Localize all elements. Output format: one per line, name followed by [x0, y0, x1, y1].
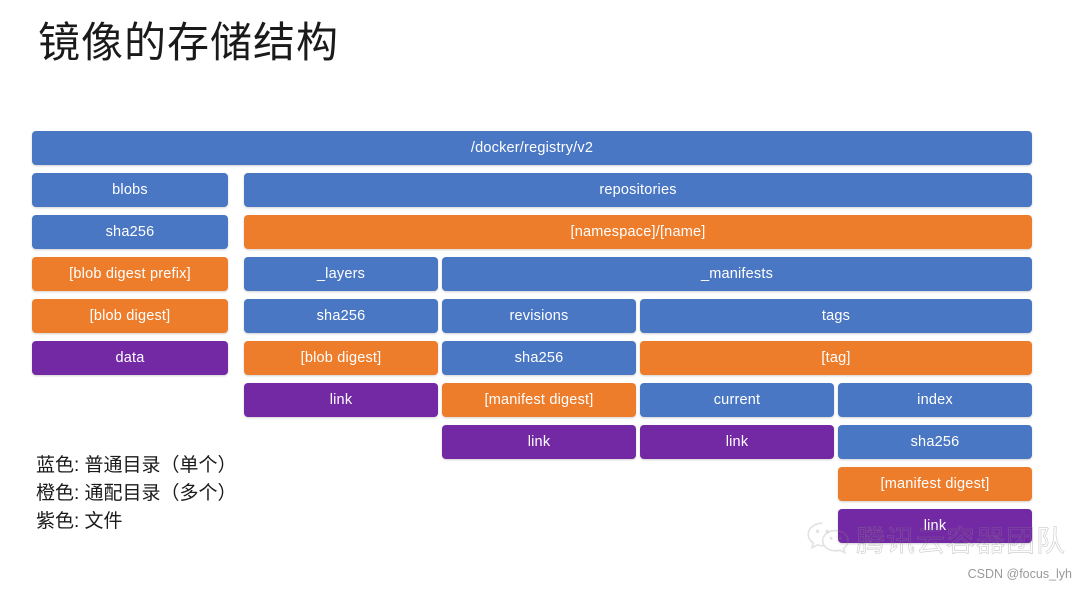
legend: 蓝色: 普通目录（单个） 橙色: 通配目录（多个） 紫色: 文件 — [36, 452, 237, 536]
diagram-box-layers-blob-digest: [blob digest] — [244, 341, 438, 375]
diagram-box-revisions-link: link — [442, 425, 636, 459]
diagram-box-revisions-sha256: sha256 — [442, 341, 636, 375]
diagram-box-blobs: blobs — [32, 173, 228, 207]
diagram-box-index-link: link — [838, 509, 1032, 543]
diagram-box-revisions: revisions — [442, 299, 636, 333]
diagram-box-index-manifest-digest: [manifest digest] — [838, 467, 1032, 501]
diagram-box-current-link: link — [640, 425, 834, 459]
diagram-box-current: current — [640, 383, 834, 417]
diagram-box-blob-digest-prefix: [blob digest prefix] — [32, 257, 228, 291]
diagram-box-layers-sha256: sha256 — [244, 299, 438, 333]
diagram-box-layers: _layers — [244, 257, 438, 291]
diagram-box-manifests: _manifests — [442, 257, 1032, 291]
diagram-box-tags: tags — [640, 299, 1032, 333]
diagram-box-root: /docker/registry/v2 — [32, 131, 1032, 165]
diagram-box-tag: [tag] — [640, 341, 1032, 375]
diagram-box-blob-digest: [blob digest] — [32, 299, 228, 333]
diagram-box-index: index — [838, 383, 1032, 417]
diagram-box-repositories: repositories — [244, 173, 1032, 207]
diagram-box-namespace-name: [namespace]/[name] — [244, 215, 1032, 249]
diagram-box-data: data — [32, 341, 228, 375]
diagram-box-manifest-digest: [manifest digest] — [442, 383, 636, 417]
diagram-box-layers-link: link — [244, 383, 438, 417]
diagram-box-blobs-sha256: sha256 — [32, 215, 228, 249]
diagram-box-index-sha256: sha256 — [838, 425, 1032, 459]
legend-item-blue: 蓝色: 普通目录（单个） — [36, 455, 237, 476]
legend-item-orange: 橙色: 通配目录（多个） — [36, 483, 237, 505]
legend-item-purple: 紫色: 文件 — [36, 511, 123, 533]
